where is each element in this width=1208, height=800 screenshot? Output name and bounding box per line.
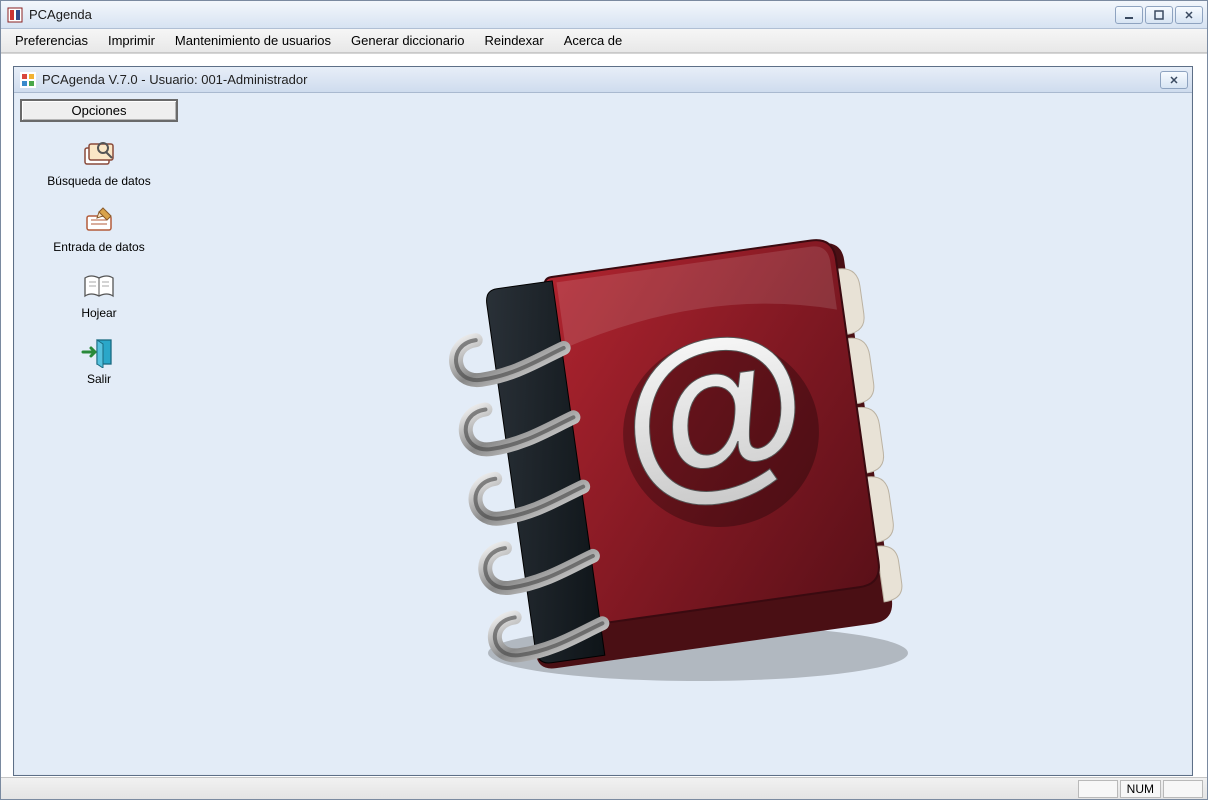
address-book-icon: @	[408, 173, 948, 716]
window-title: PCAgenda	[29, 7, 1115, 22]
sidebar-item-label: Salir	[87, 372, 111, 386]
menu-acerca-de[interactable]: Acerca de	[554, 30, 633, 51]
data-entry-icon	[79, 202, 119, 238]
sidebar-item-label: Búsqueda de datos	[47, 174, 150, 188]
inner-titlebar[interactable]: PCAgenda V.7.0 - Usuario: 001-Administra…	[14, 67, 1192, 93]
statusbar: NUM	[1, 777, 1207, 799]
search-data-icon	[79, 136, 119, 172]
menu-imprimir[interactable]: Imprimir	[98, 30, 165, 51]
menu-generar-diccionario[interactable]: Generar diccionario	[341, 30, 474, 51]
menu-mantenimiento-usuarios[interactable]: Mantenimiento de usuarios	[165, 30, 341, 51]
sidebar-item-label: Entrada de datos	[53, 240, 144, 254]
sidebar-item-entrada[interactable]: Entrada de datos	[20, 202, 178, 254]
menu-preferencias[interactable]: Preferencias	[5, 30, 98, 51]
minimize-button[interactable]	[1115, 6, 1143, 24]
status-cell	[1078, 780, 1118, 798]
sidebar-item-busqueda[interactable]: Búsqueda de datos	[20, 136, 178, 188]
exit-icon	[79, 334, 119, 370]
status-num-indicator: NUM	[1120, 780, 1161, 798]
maximize-button[interactable]	[1145, 6, 1173, 24]
sidebar-item-label: Hojear	[81, 306, 116, 320]
inner-body: Opciones Búsqueda de datos	[14, 93, 1192, 775]
menu-reindexar[interactable]: Reindexar	[474, 30, 553, 51]
inner-app-icon	[20, 72, 36, 88]
browse-icon	[79, 268, 119, 304]
mdi-client: PCAgenda V.7.0 - Usuario: 001-Administra…	[1, 53, 1207, 777]
app-icon	[7, 7, 23, 23]
opciones-header[interactable]: Opciones	[20, 99, 178, 122]
status-cell	[1163, 780, 1203, 798]
close-button[interactable]	[1175, 6, 1203, 24]
inner-window-title: PCAgenda V.7.0 - Usuario: 001-Administra…	[42, 72, 1160, 87]
inner-window: PCAgenda V.7.0 - Usuario: 001-Administra…	[13, 66, 1193, 776]
main-window: PCAgenda Preferencias Imprimir Mantenimi…	[0, 0, 1208, 800]
menubar: Preferencias Imprimir Mantenimiento de u…	[1, 29, 1207, 53]
sidebar-item-salir[interactable]: Salir	[20, 334, 178, 386]
titlebar[interactable]: PCAgenda	[1, 1, 1207, 29]
inner-close-button[interactable]	[1160, 71, 1188, 89]
svg-text:@: @	[607, 290, 820, 526]
sidebar-item-hojear[interactable]: Hojear	[20, 268, 178, 320]
window-controls	[1115, 6, 1203, 24]
content-area: @	[184, 93, 1192, 775]
sidebar: Opciones Búsqueda de datos	[14, 93, 184, 775]
